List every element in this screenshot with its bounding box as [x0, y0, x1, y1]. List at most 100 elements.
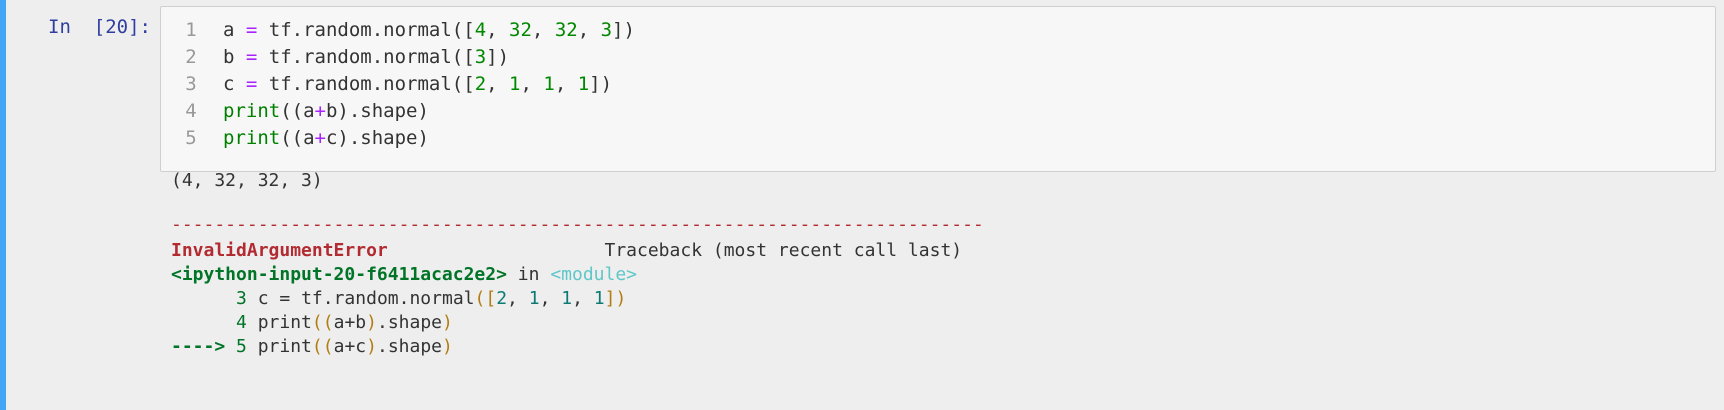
code-token: =	[245, 19, 258, 41]
code-token: tf.random.normal([	[257, 73, 475, 95]
code-token: ((a	[280, 100, 315, 122]
traceback-separator: ----------------------------------------…	[171, 214, 984, 235]
code-token: =	[245, 46, 258, 68]
code-token: ,	[554, 73, 578, 95]
traceback-arrow	[171, 312, 236, 333]
traceback-token: b	[355, 312, 367, 333]
traceback-token: shape	[387, 312, 442, 333]
code-token: 1	[577, 73, 590, 95]
code-token: ])	[589, 73, 613, 95]
code-token: 1	[543, 73, 555, 95]
traceback-line-number: 3	[236, 288, 247, 309]
input-ref: <ipython-input-20-f6411acac2e2>	[171, 264, 507, 285]
traceback-token: )	[442, 336, 453, 357]
traceback-token: .	[376, 312, 388, 333]
code-text: print((a+b).shape)	[223, 96, 429, 126]
traceback-token: a	[333, 312, 345, 333]
traceback-line: 3 c = tf.random.normal([2, 1, 1, 1])	[171, 286, 626, 312]
code-token: 4	[474, 19, 487, 41]
traceback-token: +	[344, 312, 356, 333]
code-text: c = tf.random.normal([2, 1, 1, 1])	[223, 69, 612, 99]
code-token: b	[223, 46, 246, 68]
code-token: ((a	[280, 127, 315, 149]
code-token: ,	[486, 19, 510, 41]
traceback-token: a	[333, 336, 345, 357]
code-token: b).shape)	[325, 100, 429, 122]
traceback-arrow: ---->	[171, 336, 237, 357]
code-token: c).shape)	[325, 127, 429, 149]
traceback-token: normal	[409, 288, 475, 309]
traceback-token: print	[246, 336, 312, 357]
traceback-token: c	[355, 336, 367, 357]
traceback-token: ,	[507, 288, 529, 309]
code-token: 32	[509, 19, 532, 41]
code-token: 32	[554, 19, 578, 41]
traceback-token: ,	[539, 288, 562, 309]
code-token: =	[245, 73, 258, 95]
line-number: 5	[185, 127, 197, 149]
traceback-token: =	[279, 288, 291, 309]
traceback-token: 1	[561, 288, 573, 309]
traceback-header: Traceback (most recent call last)	[604, 240, 963, 261]
traceback-line: 4 print((a+b).shape)	[171, 310, 453, 336]
traceback-token: shape	[387, 336, 442, 357]
code-token: print	[223, 127, 281, 149]
code-token: 1	[509, 73, 521, 95]
traceback-line-number: 4	[236, 312, 247, 333]
code-token: +	[314, 100, 326, 122]
code-token: 2	[474, 73, 487, 95]
traceback-token: ,	[572, 288, 594, 309]
code-token: ,	[520, 73, 544, 95]
code-token: c	[223, 73, 246, 95]
traceback-token: +	[344, 336, 356, 357]
traceback-token: .	[398, 288, 410, 309]
traceback-token: )	[442, 312, 453, 333]
header-spacer	[388, 240, 605, 261]
traceback-token: .	[376, 336, 388, 357]
cell-selected-indicator	[0, 0, 6, 410]
traceback-token: ((	[311, 312, 334, 333]
error-name: InvalidArgumentError	[171, 240, 388, 261]
traceback-arrow	[171, 288, 236, 309]
traceback-token: .	[322, 288, 334, 309]
code-token: +	[314, 127, 326, 149]
traceback-token: ([	[474, 288, 497, 309]
traceback-token: 1	[593, 288, 605, 309]
code-input-area[interactable]: 1a = tf.random.normal([4, 32, 32, 3]) 2 b …	[160, 6, 1716, 172]
traceback-token: print	[246, 312, 312, 333]
line-number: 4	[185, 100, 197, 122]
traceback-token: c	[246, 288, 280, 309]
code-text: a = tf.random.normal([4, 32, 32, 3])	[223, 15, 635, 45]
line-number: 1	[185, 19, 197, 41]
module-ref: <module>	[550, 264, 638, 285]
code-token: ])	[612, 19, 635, 41]
traceback-token: )	[366, 312, 377, 333]
code-text: print((a+c).shape)	[223, 123, 429, 153]
code-token: 3	[474, 46, 487, 68]
traceback-token: random	[333, 288, 399, 309]
code-token: 3	[600, 19, 613, 41]
traceback-token: ])	[604, 288, 627, 309]
line-number: 3	[185, 73, 197, 95]
code-token: tf.random.normal([	[257, 19, 475, 41]
code-token: ,	[577, 19, 601, 41]
input-prompt: In [20]:	[48, 16, 151, 38]
traceback-line: ----> 5 print((a+c).shape)	[171, 334, 453, 360]
code-token: ,	[531, 19, 555, 41]
code-text: b = tf.random.normal([3])	[223, 42, 509, 72]
traceback-token: 2	[496, 288, 508, 309]
traceback-header-line: InvalidArgumentError Traceback (most rec…	[171, 238, 962, 264]
line-number: 2	[185, 46, 197, 68]
traceback-token: ((	[311, 336, 334, 357]
code-token: ,	[486, 73, 510, 95]
traceback-token: 1	[528, 288, 540, 309]
code-token: a	[223, 19, 246, 41]
in-word: in	[506, 264, 551, 285]
stdout-output: (4, 32, 32, 3)	[171, 170, 323, 191]
code-token: print	[223, 100, 281, 122]
traceback-line-number: 5	[236, 336, 247, 357]
code-token: tf.random.normal([	[257, 46, 475, 68]
traceback-token: tf	[290, 288, 323, 309]
traceback-token: )	[366, 336, 377, 357]
traceback-location-line: <ipython-input-20-f6411acac2e2> in <modu…	[171, 262, 637, 288]
